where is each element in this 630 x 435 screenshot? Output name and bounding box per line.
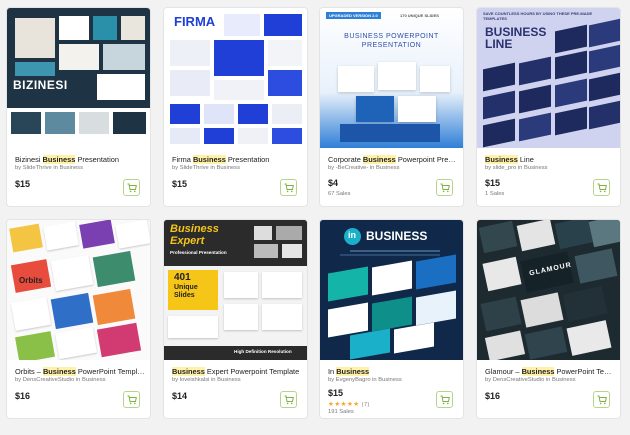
title-highlight: Business [42,155,76,164]
product-thumbnail[interactable]: Orbits [7,220,150,360]
thumbnail-title: Orbits [19,276,43,285]
product-title[interactable]: Business Expert Powerpoint Template [172,367,302,376]
product-thumbnail[interactable]: Business Expert Professional Presentatio… [164,220,307,360]
product-price: $15 [15,179,31,189]
thumbnail-title: BUSINESS [366,229,428,243]
title-prefix: Corporate [328,155,363,164]
title-highlight: Business [362,155,396,164]
product-card[interactable]: UPGRADED VERSION 2.0 170 UNIQUE SLIDES B… [320,8,463,206]
product-card[interactable]: GLAMOUR Glamour – Business PowerPoint Te… [477,220,620,418]
title-prefix: Firma [172,155,193,164]
product-title[interactable]: Glamour – Business PowerPoint Templ... [485,367,615,376]
product-card[interactable]: Business Expert Professional Presentatio… [164,220,307,418]
cart-icon [597,183,607,192]
title-highlight: Business [336,367,370,376]
rating-stars: ★★★★★ (7) [328,400,370,408]
thumbnail-count: 401 [174,272,191,283]
thumbnail-caption: SAVE COUNTLESS HOURS BY USING THESE PRE-… [483,11,593,21]
product-price: $14 [172,391,188,401]
product-card[interactable]: SAVE COUNTLESS HOURS BY USING THESE PRE-… [477,8,620,206]
add-to-cart-button[interactable] [280,179,297,196]
cart-icon [440,395,450,404]
title-prefix: Orbits – [15,367,43,376]
product-author[interactable]: by EvgenyBagro in Business [328,377,458,383]
cart-icon [597,395,607,404]
product-thumbnail[interactable]: GLAMOUR [477,220,620,360]
thumbnail-badge: UPGRADED VERSION 2.0 [326,12,381,19]
add-to-cart-button[interactable] [123,391,140,408]
title-suffix: PowerPoint Template [75,367,145,376]
product-thumbnail[interactable]: FIRMA [164,8,307,148]
product-title[interactable]: Corporate Business Powerpoint Presen... [328,155,458,164]
product-title[interactable]: In Business [328,367,458,376]
add-to-cart-button[interactable] [123,179,140,196]
rating-count: (7) [361,402,370,408]
product-author[interactable]: by DensCreativeStudio in Business [485,377,615,383]
add-to-cart-button[interactable] [280,391,297,408]
product-author[interactable]: by loveishkalsi in Business [172,377,302,383]
product-author[interactable]: by -BeCreative- in Business [328,165,458,171]
sales-count: 191 Sales [328,409,354,415]
product-author[interactable]: by SlideThrive in Business [15,165,145,171]
title-highlight: Business [172,367,205,376]
cart-icon [284,183,294,192]
thumbnail-footer: High Definition Resolution [234,349,292,354]
cart-icon [127,395,137,404]
star-icon: ★★★★★ [328,401,360,408]
product-price: $16 [15,391,31,401]
product-card[interactable]: in BUSINESS In Business by EvgenyBagro i… [320,220,463,418]
thumbnail-title: BUSINESS POWERPOINT PRESENTATION [344,33,439,50]
add-to-cart-button[interactable] [593,179,610,196]
cart-icon [284,395,294,404]
title-prefix: Bizinesi [15,155,43,164]
product-author[interactable]: by SlideThrive in Business [172,165,302,171]
cart-icon [127,183,137,192]
title-suffix: Powerpoint Presen... [397,155,458,164]
product-title[interactable]: Business Line [485,155,615,164]
product-title[interactable]: Firma Business Presentation [172,155,302,164]
thumbnail-title: Business Expert [170,223,219,247]
product-price: $16 [485,391,501,401]
product-thumbnail[interactable]: SAVE COUNTLESS HOURS BY USING THESE PRE-… [477,8,620,148]
add-to-cart-button[interactable] [436,391,453,408]
product-title[interactable]: Orbits – Business PowerPoint Template [15,367,145,376]
title-highlight: Business [485,155,518,164]
thumbnail-badge: 170 UNIQUE SLIDES [400,13,439,18]
title-suffix: Line [517,155,534,164]
product-author[interactable]: by DensCreativeStudio in Business [15,377,145,383]
thumbnail-title: BIZINESI [13,78,68,92]
sales-count: 1 Sales [485,191,505,197]
product-thumbnail[interactable]: BIZINESI [7,8,150,148]
title-prefix: Glamour – [485,367,522,376]
title-suffix: Expert Powerpoint Template [204,367,300,376]
title-highlight: Business [192,155,226,164]
product-price: $4 [328,178,339,188]
product-card[interactable]: Orbits Orbits – Business PowerPoint Temp… [7,220,150,418]
product-price: $15 [172,179,188,189]
thumbnail-logo: in [348,230,356,240]
thumbnail-title: FIRMA [174,14,216,29]
cart-icon [440,183,450,192]
title-highlight: Business [42,367,76,376]
thumbnail-count-label: Unique Slides [174,284,198,299]
product-title[interactable]: Bizinesi Business Presentation [15,155,145,164]
product-card[interactable]: BIZINESI Bizinesi Business Presentation … [7,8,150,206]
product-card[interactable]: FIRMA Firma Business Presentation by Sli… [164,8,307,206]
product-thumbnail[interactable]: UPGRADED VERSION 2.0 170 UNIQUE SLIDES B… [320,8,463,148]
product-grid: BIZINESI Bizinesi Business Presentation … [0,0,630,435]
add-to-cart-button[interactable] [593,391,610,408]
title-highlight: Business [521,367,555,376]
product-thumbnail[interactable]: in BUSINESS [320,220,463,360]
sales-count: 67 Sales [328,191,351,197]
thumbnail-subtitle: Professional Presentation [170,250,227,255]
product-author[interactable]: by slide_pro in Business [485,165,615,171]
title-suffix: PowerPoint Templ... [556,367,615,376]
title-suffix: Presentation [75,155,119,164]
product-price: $15 [328,388,344,398]
product-price: $15 [485,178,501,188]
thumbnail-title: BUSINESS LINE [485,25,547,51]
add-to-cart-button[interactable] [436,179,453,196]
title-suffix: Presentation [225,155,270,164]
title-prefix: In [328,367,337,376]
